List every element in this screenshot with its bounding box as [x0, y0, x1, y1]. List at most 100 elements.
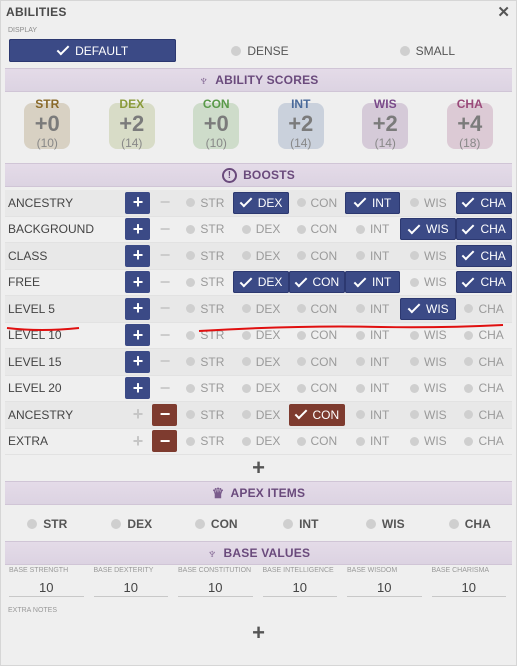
add-boost-button[interactable]: +: [125, 297, 151, 320]
add-boost-button[interactable]: +: [125, 191, 151, 214]
display-option-dense[interactable]: DENSE: [176, 39, 343, 62]
boost-option-con[interactable]: CON: [289, 324, 345, 346]
boost-option-cha[interactable]: CHA: [456, 377, 512, 399]
add-flaw-button[interactable]: −: [152, 403, 178, 426]
add-note-button[interactable]: +: [1, 620, 516, 646]
check-icon: [462, 274, 475, 288]
base-value-input[interactable]: 10: [9, 578, 84, 597]
apex-option-wis[interactable]: WIS: [343, 517, 428, 531]
boost-option-con[interactable]: CON: [289, 298, 345, 320]
boost-option-wis[interactable]: WIS: [400, 271, 456, 293]
add-flaw-button[interactable]: −: [152, 218, 177, 240]
display-option-default[interactable]: DEFAULT: [9, 39, 177, 62]
base-value-input[interactable]: 10: [262, 578, 337, 597]
boost-option-dex[interactable]: DEX: [233, 218, 289, 240]
boost-option-cha[interactable]: CHA: [456, 430, 512, 452]
boost-option-con[interactable]: CON: [289, 351, 345, 373]
boost-option-con[interactable]: CON: [289, 245, 345, 267]
boost-option-int[interactable]: INT: [345, 298, 401, 320]
add-boost-button[interactable]: +: [125, 271, 151, 294]
boost-option-dex[interactable]: DEX: [233, 351, 289, 373]
boost-option-dex[interactable]: DEX: [233, 298, 289, 320]
apex-option-str[interactable]: STR: [5, 517, 90, 531]
boost-option-str[interactable]: STR: [177, 192, 233, 214]
add-boost-button[interactable]: +: [125, 350, 151, 373]
boost-option-con[interactable]: CON: [288, 403, 345, 426]
boost-option-int[interactable]: INT: [345, 218, 401, 240]
add-flaw-button[interactable]: −: [152, 324, 177, 346]
boost-option-dex[interactable]: DEX: [233, 404, 289, 426]
boost-option-wis[interactable]: WIS: [400, 297, 457, 320]
boost-option-str[interactable]: STR: [177, 377, 233, 399]
add-boost-button[interactable]: +: [125, 324, 151, 347]
boost-option-int[interactable]: INT: [344, 191, 401, 214]
add-flaw-button[interactable]: −: [152, 377, 177, 399]
boost-option-wis[interactable]: WIS: [400, 430, 456, 452]
boost-option-str[interactable]: STR: [177, 245, 233, 267]
boost-option-wis[interactable]: WIS: [400, 245, 456, 267]
boost-option-cha[interactable]: CHA: [456, 191, 512, 214]
boost-option-cha[interactable]: CHA: [456, 218, 512, 241]
apex-option-cha[interactable]: CHA: [428, 517, 513, 531]
boost-option-str[interactable]: STR: [177, 351, 233, 373]
add-flaw-button[interactable]: −: [152, 271, 177, 293]
boost-option-con[interactable]: CON: [289, 192, 345, 214]
boost-option-str[interactable]: STR: [177, 324, 233, 346]
boost-option-cha[interactable]: CHA: [456, 298, 512, 320]
add-boost-button[interactable]: +: [125, 430, 150, 452]
boost-option-str[interactable]: STR: [177, 430, 233, 452]
apex-option-dex[interactable]: DEX: [90, 517, 175, 531]
apex-option-con[interactable]: CON: [174, 517, 259, 531]
boost-option-dex[interactable]: DEX: [233, 324, 289, 346]
boost-option-con[interactable]: CON: [288, 271, 345, 294]
boost-option-dex[interactable]: DEX: [233, 271, 289, 294]
boost-option-dex[interactable]: DEX: [233, 377, 289, 399]
boost-option-int[interactable]: INT: [345, 404, 401, 426]
boost-option-wis[interactable]: WIS: [400, 218, 457, 241]
base-value-input[interactable]: 10: [178, 578, 253, 597]
boost-option-int[interactable]: INT: [345, 430, 401, 452]
boost-option-dex[interactable]: DEX: [233, 191, 289, 214]
boost-option-str[interactable]: STR: [177, 298, 233, 320]
add-flaw-button[interactable]: −: [152, 430, 178, 453]
add-boost-button[interactable]: +: [125, 218, 151, 241]
boost-option-wis[interactable]: WIS: [400, 192, 456, 214]
boost-option-int[interactable]: INT: [345, 351, 401, 373]
radio-icon: [464, 410, 474, 420]
add-boost-button[interactable]: +: [125, 377, 151, 400]
boost-option-cha[interactable]: CHA: [456, 271, 512, 294]
boost-option-wis[interactable]: WIS: [400, 404, 456, 426]
boost-option-cha[interactable]: CHA: [456, 404, 512, 426]
apex-option-int[interactable]: INT: [259, 517, 344, 531]
boost-option-con[interactable]: CON: [289, 430, 345, 452]
boost-option-cha[interactable]: CHA: [456, 351, 512, 373]
add-flaw-button[interactable]: −: [152, 245, 177, 267]
close-icon[interactable]: ✕: [497, 5, 510, 20]
boost-option-wis[interactable]: WIS: [400, 351, 456, 373]
base-value-input[interactable]: 10: [347, 578, 422, 597]
add-boost-button[interactable]: +: [125, 404, 150, 426]
boost-option-int[interactable]: INT: [345, 245, 401, 267]
base-value-input[interactable]: 10: [431, 578, 506, 597]
boost-option-con[interactable]: CON: [289, 218, 345, 240]
add-boost-button[interactable]: +: [1, 455, 516, 481]
boost-option-dex[interactable]: DEX: [233, 430, 289, 452]
boost-option-int[interactable]: INT: [344, 271, 401, 294]
boost-option-str[interactable]: STR: [177, 404, 233, 426]
add-boost-button[interactable]: +: [125, 244, 151, 267]
base-value-input[interactable]: 10: [93, 578, 168, 597]
boost-option-int[interactable]: INT: [345, 324, 401, 346]
boost-option-int[interactable]: INT: [345, 377, 401, 399]
add-flaw-button[interactable]: −: [152, 298, 177, 320]
add-flaw-button[interactable]: −: [152, 192, 177, 214]
boost-option-dex[interactable]: DEX: [233, 245, 289, 267]
boost-option-str[interactable]: STR: [177, 271, 233, 293]
boost-option-cha[interactable]: CHA: [456, 324, 512, 346]
boost-option-wis[interactable]: WIS: [400, 324, 456, 346]
add-flaw-button[interactable]: −: [152, 351, 177, 373]
boost-option-cha[interactable]: CHA: [456, 244, 512, 267]
boost-option-str[interactable]: STR: [177, 218, 233, 240]
boost-option-wis[interactable]: WIS: [400, 377, 456, 399]
display-option-small[interactable]: SMALL: [344, 39, 511, 62]
boost-option-con[interactable]: CON: [289, 377, 345, 399]
